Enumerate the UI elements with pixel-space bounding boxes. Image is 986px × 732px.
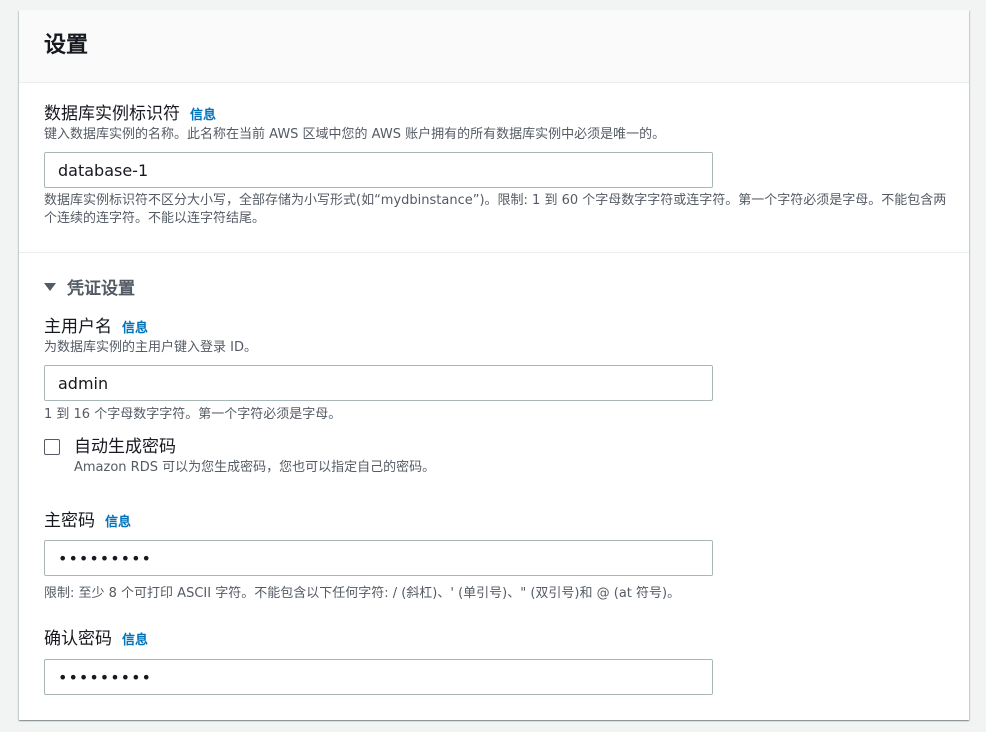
section-divider <box>19 252 969 253</box>
credentials-expander[interactable]: 凭证设置 <box>44 274 135 299</box>
identifier-description: 键入数据库实例的名称。此名称在当前 AWS 区域中您的 AWS 账户拥有的所有数… <box>44 127 666 142</box>
identifier-constraint: 数据库实例标识符不区分大小写，全部存储为小写形式(如“mydbinstance”… <box>44 193 947 226</box>
master-username-info-link[interactable]: 信息 <box>122 317 148 336</box>
identifier-info-link[interactable]: 信息 <box>190 104 216 123</box>
confirm-password-info-link[interactable]: 信息 <box>122 629 148 648</box>
identifier-label: 数据库实例标识符 <box>44 104 180 124</box>
identifier-input[interactable] <box>44 152 713 188</box>
identifier-field: 数据库实例标识符 信息 键入数据库实例的名称。此名称在当前 AWS 区域中您的 … <box>44 103 949 228</box>
settings-panel: 设置 数据库实例标识符 信息 键入数据库实例的名称。此名称在当前 AWS 区域中… <box>19 10 969 720</box>
auto-password-row: 自动生成密码 Amazon RDS 可以为您生成密码，您也可以指定自己的密码。 <box>44 436 435 477</box>
confirm-password-field: 确认密码 信息 <box>44 628 713 695</box>
panel-header: 设置 <box>19 10 969 83</box>
master-password-constraint: 限制: 至少 8 个可打印 ASCII 字符。不能包含以下任何字符: / (斜杠… <box>44 586 681 601</box>
master-password-input[interactable] <box>44 540 713 576</box>
master-username-constraint: 1 到 16 个字母数字字符。第一个字符必须是字母。 <box>44 407 342 422</box>
auto-password-checkbox[interactable] <box>44 439 60 455</box>
confirm-password-label: 确认密码 <box>44 629 112 649</box>
master-username-label: 主用户名 <box>44 317 112 337</box>
master-username-field: 主用户名 信息 为数据库实例的主用户键入登录 ID。 1 到 16 个字母数字字… <box>44 316 713 424</box>
credentials-label: 凭证设置 <box>67 279 135 299</box>
auto-password-label: 自动生成密码 <box>74 437 176 457</box>
master-password-field: 主密码 信息 限制: 至少 8 个可打印 ASCII 字符。不能包含以下任何字符… <box>44 510 713 603</box>
caret-down-icon <box>44 282 56 291</box>
confirm-password-input[interactable] <box>44 659 713 695</box>
master-password-info-link[interactable]: 信息 <box>105 511 131 530</box>
master-username-description: 为数据库实例的主用户键入登录 ID。 <box>44 340 257 355</box>
master-password-label: 主密码 <box>44 511 95 531</box>
master-username-input[interactable] <box>44 365 713 401</box>
panel-title: 设置 <box>44 33 89 58</box>
auto-password-description: Amazon RDS 可以为您生成密码，您也可以指定自己的密码。 <box>74 460 436 475</box>
